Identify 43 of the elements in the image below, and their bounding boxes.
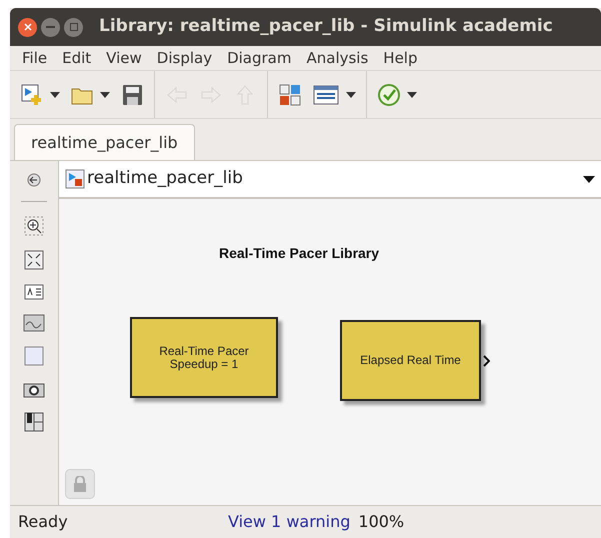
warning-link[interactable]: View 1 warning	[228, 510, 350, 534]
back-icon[interactable]	[27, 173, 41, 187]
address-bar[interactable]: realtime_pacer_lib	[59, 161, 601, 199]
output-port-icon	[483, 354, 490, 366]
menu-item[interactable]: File	[22, 46, 48, 70]
close-button[interactable]	[18, 18, 37, 36]
menu-item[interactable]: Analysis	[306, 46, 368, 70]
dropdown-caret-icon[interactable]	[407, 92, 417, 98]
model-icon	[65, 169, 85, 189]
library-browser-icon	[278, 82, 302, 106]
zoom-level: 100%	[358, 511, 404, 533]
library-block[interactable]: Real-Time Pacer Speedup = 1	[130, 317, 278, 398]
annotation-icon[interactable]	[24, 284, 44, 300]
block-label: Elapsed Real Time	[360, 354, 461, 367]
close-icon	[24, 23, 32, 31]
dropdown-caret-icon[interactable]	[100, 92, 110, 98]
area-icon[interactable]	[24, 346, 44, 366]
check-icon	[377, 82, 401, 106]
dropdown-caret-icon[interactable]	[346, 92, 356, 98]
window-title: Library: realtime_pacer_lib - Simulink academic	[99, 15, 553, 38]
browser-icon[interactable]	[24, 412, 44, 432]
image-icon[interactable]	[23, 314, 45, 332]
address-text: realtime_pacer_lib	[87, 167, 244, 190]
new-model-icon	[20, 82, 44, 106]
menu-item[interactable]: Edit	[62, 46, 92, 70]
status-text: Ready	[18, 511, 69, 533]
model-explorer-icon	[312, 82, 340, 106]
lock-icon	[73, 476, 87, 492]
block-label: Real-Time Pacer	[159, 344, 249, 358]
block-label: Speedup = 1	[170, 358, 238, 370]
maximize-button[interactable]	[64, 18, 83, 36]
menu-item[interactable]: View	[106, 46, 142, 70]
menu-item[interactable]: Diagram	[227, 46, 292, 70]
model-tab[interactable]: realtime_pacer_lib	[14, 124, 195, 160]
save-icon	[120, 82, 144, 106]
zoom-icon[interactable]	[24, 216, 44, 236]
library-title: Real-Time Pacer Library	[219, 244, 380, 263]
fit-view-icon[interactable]	[24, 250, 44, 270]
dropdown-caret-icon[interactable]	[50, 92, 60, 98]
menu-item[interactable]: Display	[156, 46, 212, 70]
dropdown-caret-icon[interactable]	[583, 176, 595, 182]
library-block[interactable]: Elapsed Real Time	[340, 320, 481, 401]
menu-item[interactable]: Help	[383, 46, 418, 70]
